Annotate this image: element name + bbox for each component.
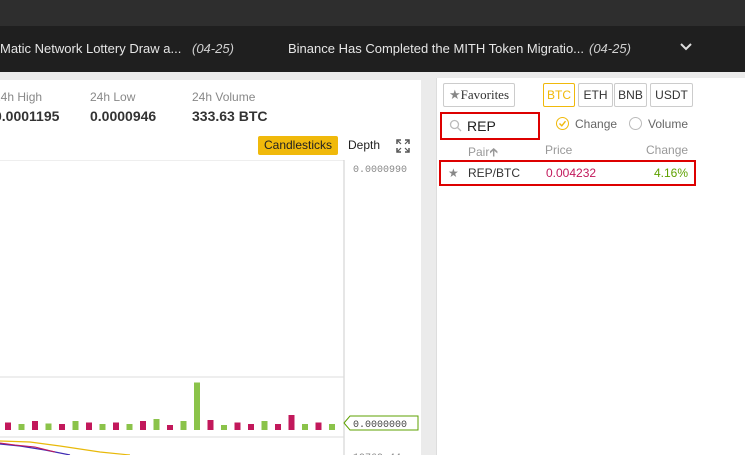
header-pair-label: Pair: [468, 145, 490, 159]
radio-change-label: Change: [575, 117, 618, 131]
news-ticker: Matic Network Lottery Draw a... (04-25) …: [0, 26, 745, 72]
radio-unchecked-icon: [629, 117, 642, 130]
volume-bar: [18, 424, 25, 430]
volume-bar: [140, 421, 146, 430]
volume-bar: [315, 422, 322, 430]
price-chart[interactable]: 0.00009900.00009800.00009700.00009600.00…: [0, 160, 421, 455]
volume-bar: [234, 422, 241, 430]
volume-current-label: 0.0000000: [353, 420, 407, 431]
volume-bar: [248, 424, 254, 430]
header-change[interactable]: Change: [646, 143, 688, 157]
volume-bar: [126, 424, 133, 430]
fullscreen-icon[interactable]: [396, 139, 410, 153]
news-date-2: (04-25): [589, 41, 631, 56]
volume-bar: [72, 421, 79, 430]
tab-btc[interactable]: BTC: [543, 83, 575, 107]
volume-bar: [113, 422, 119, 430]
volume-bar: [302, 424, 308, 430]
stat-label: 24h Volume: [192, 90, 256, 104]
row-change: 4.16%: [654, 166, 689, 180]
favorites-button[interactable]: ★Favorites: [443, 83, 515, 107]
news-item-2[interactable]: Binance Has Completed the MITH Token Mig…: [288, 41, 584, 56]
market-sidebar: ★Favorites BTC ETH BNB USDT Change Volum…: [436, 78, 745, 455]
tab-usdt[interactable]: USDT: [650, 83, 693, 107]
star-icon: ★: [448, 87, 461, 102]
volume-bar: [194, 382, 200, 430]
search-input[interactable]: [465, 116, 537, 136]
stat-24h-high: 24h High 0.0001195: [0, 90, 59, 124]
star-icon[interactable]: ★: [448, 166, 459, 180]
candlesticks-button[interactable]: Candlesticks: [258, 136, 338, 155]
volume-bar: [153, 419, 160, 430]
volume-bar: [99, 424, 106, 430]
row-pair: REP/BTC: [468, 166, 521, 180]
sort-arrow-icon: 🡱: [489, 145, 498, 159]
table-row[interactable]: ★ REP/BTC 0.004232 4.16%: [439, 160, 696, 186]
tab-bnb[interactable]: BNB: [614, 83, 647, 107]
news-item-1[interactable]: Matic Network Lottery Draw a...: [0, 41, 181, 56]
volume-bar: [329, 424, 335, 430]
volume-bar: [288, 415, 295, 430]
depth-button[interactable]: Depth: [342, 136, 386, 155]
header-price[interactable]: Price: [545, 143, 572, 157]
volume-bar: [59, 424, 65, 430]
volume-bar: [86, 422, 92, 430]
volume-bar: [45, 423, 52, 430]
stat-value: 333.63 BTC: [192, 108, 268, 124]
top-bar: [0, 0, 745, 26]
stat-24h-volume: 24h Volume 333.63 BTC: [192, 90, 267, 124]
volume-bar: [207, 420, 214, 430]
indicator-line-2: [0, 440, 131, 455]
volume-bar: [275, 424, 281, 430]
volume-bar: [5, 422, 11, 430]
tab-eth[interactable]: ETH: [578, 83, 613, 107]
stat-value: 0.0001195: [0, 108, 60, 124]
stat-label: 24h High: [0, 90, 43, 104]
radio-checked-icon: [556, 117, 569, 130]
radio-volume-label: Volume: [648, 117, 689, 131]
volume-bar: [32, 421, 38, 430]
stat-24h-low: 24h Low 0.0000946: [90, 90, 156, 124]
volume-bar: [180, 421, 187, 430]
row-price: 0.004232: [546, 166, 597, 180]
favorites-label: Favorites: [460, 87, 510, 102]
stat-value: 0.0000946: [90, 108, 157, 124]
search-icon: [449, 119, 462, 132]
volume-bar: [221, 425, 227, 430]
volume-bar: [167, 425, 173, 430]
price-tick-label: 0.0000990: [353, 165, 407, 176]
radio-change[interactable]: Change: [556, 117, 617, 131]
chart-panel: 24h High 0.0001195 24h Low 0.0000946 24h…: [0, 80, 421, 455]
chevron-down-icon[interactable]: [679, 40, 693, 54]
news-date-1: (04-25): [192, 41, 234, 56]
search-box: [440, 112, 540, 140]
stat-label: 24h Low: [90, 90, 136, 104]
radio-volume[interactable]: Volume: [629, 117, 688, 131]
volume-bar: [261, 421, 268, 430]
